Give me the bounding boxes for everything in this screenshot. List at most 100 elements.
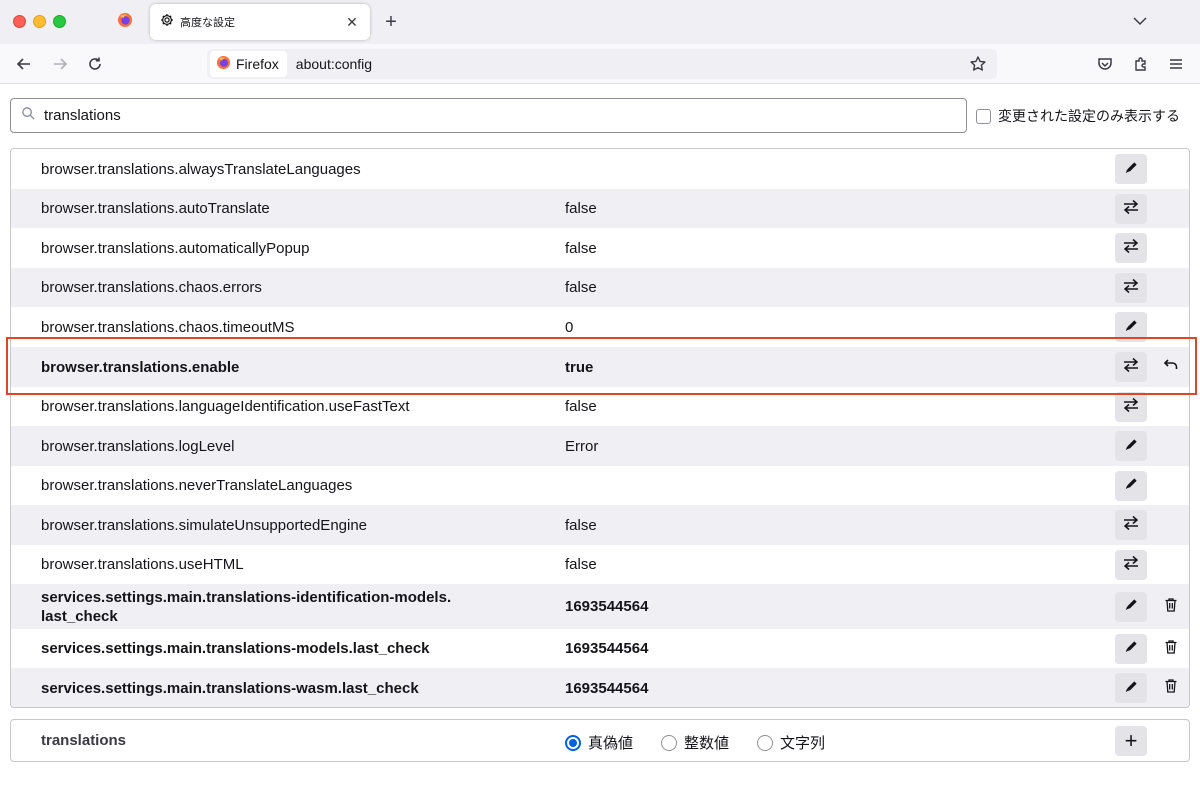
show-modified-only-checkbox[interactable] (976, 108, 991, 124)
pref-name: services.settings.main.translations-iden… (41, 588, 452, 625)
toggle-button[interactable] (1115, 549, 1147, 580)
pref-row[interactable]: services.settings.main.translations-mode… (11, 629, 1189, 668)
window-minimize-button[interactable] (33, 15, 46, 28)
new-tab-plus-icon[interactable]: + (378, 9, 404, 35)
tab-close-icon[interactable]: ✕ (344, 14, 360, 31)
pref-type-radio-group: 真偽値 整数値 文字列 (565, 732, 853, 753)
prefs-table: browser.translations.alwaysTranslateLang… (10, 148, 1190, 708)
pref-row[interactable]: browser.translations.logLevel Error (11, 426, 1189, 466)
navigation-toolbar: Firefox about:config (0, 44, 1200, 84)
search-input[interactable] (44, 107, 924, 124)
radio-type-boolean[interactable]: 真偽値 (565, 732, 633, 753)
hamburger-menu-icon[interactable] (1164, 53, 1188, 75)
toggle-arrows-icon (1122, 238, 1140, 258)
trash-delete-icon (1164, 678, 1178, 698)
pencil-edit-icon (1124, 597, 1139, 616)
search-icon (21, 106, 36, 125)
pref-row[interactable]: browser.translations.simulateUnsupported… (11, 505, 1189, 545)
add-pref-button[interactable]: + (1115, 726, 1147, 756)
reset-button[interactable] (1159, 354, 1183, 380)
pref-value: Error (565, 437, 599, 455)
pref-row[interactable]: browser.translations.enable true (11, 347, 1189, 387)
toggle-button[interactable] (1115, 391, 1147, 422)
edit-button[interactable] (1115, 154, 1147, 184)
url-bar[interactable]: Firefox about:config (207, 49, 997, 79)
window-close-button[interactable] (13, 15, 26, 28)
pref-value: false (565, 516, 597, 534)
identity-box[interactable]: Firefox (210, 51, 287, 77)
pref-name: services.settings.main.translations-mode… (41, 640, 430, 657)
radio-circle[interactable] (757, 734, 774, 751)
back-arrow-icon[interactable] (12, 53, 36, 75)
radio-circle[interactable] (661, 734, 678, 751)
pref-row[interactable]: browser.translations.autoTranslate false (11, 189, 1189, 228)
window-zoom-button[interactable] (53, 15, 66, 28)
forward-arrow-icon[interactable] (48, 53, 72, 75)
url-text[interactable]: about:config (296, 56, 968, 72)
pref-value: false (565, 239, 597, 257)
edit-button[interactable] (1115, 470, 1147, 501)
radio-label: 整数値 (684, 735, 730, 752)
new-pref-name: translations (41, 732, 127, 749)
show-modified-only-toggle[interactable]: 変更された設定のみ表示する (976, 106, 1180, 126)
pref-name: browser.translations.chaos.errors (41, 279, 262, 296)
pref-row[interactable]: browser.translations.neverTranslateLangu… (11, 466, 1189, 505)
pref-value: 1693544564 (565, 679, 649, 697)
radio-type-string[interactable]: 文字列 (757, 732, 825, 753)
edit-button[interactable] (1115, 673, 1147, 703)
pref-row[interactable]: browser.translations.chaos.timeoutMS 0 (11, 307, 1189, 347)
pref-row[interactable]: browser.translations.chaos.errors false (11, 268, 1189, 307)
pref-row[interactable]: services.settings.main.translations-wasm… (11, 668, 1189, 707)
toggle-button[interactable] (1115, 272, 1147, 303)
pencil-edit-icon (1124, 679, 1139, 698)
pref-name: browser.translations.autoTranslate (41, 200, 270, 217)
toggle-arrows-icon (1122, 357, 1140, 377)
pref-row[interactable]: browser.translations.alwaysTranslateLang… (11, 149, 1189, 189)
pref-row[interactable]: browser.translations.useHTML false (11, 545, 1189, 584)
pref-name: browser.translations.logLevel (41, 437, 235, 455)
edit-button[interactable] (1115, 591, 1147, 622)
toggle-arrows-icon (1122, 397, 1140, 417)
pencil-edit-icon (1124, 476, 1139, 495)
pref-name: browser.translations.neverTranslateLangu… (41, 477, 353, 494)
reload-icon[interactable] (83, 53, 107, 75)
firefox-logo-icon (117, 12, 133, 32)
tab-advanced-settings[interactable]: 高度な設定 ✕ (150, 4, 370, 40)
toggle-button[interactable] (1115, 233, 1147, 263)
pref-value: false (565, 398, 597, 415)
add-pref-row: translations 真偽値 整数値 文字列 + (10, 719, 1190, 762)
pref-name: browser.translations.alwaysTranslateLang… (41, 160, 361, 178)
pref-value: true (565, 358, 594, 376)
identity-label: Firefox (236, 56, 279, 72)
pref-row[interactable]: services.settings.main.translations-iden… (11, 584, 1189, 629)
pref-value: 1693544564 (565, 598, 649, 615)
pref-row[interactable]: browser.translations.languageIdentificat… (11, 387, 1189, 426)
pref-row[interactable]: browser.translations.automaticallyPopup f… (11, 228, 1189, 268)
radio-type-number[interactable]: 整数値 (661, 732, 729, 753)
pref-name: browser.translations.simulateUnsupported… (41, 516, 368, 534)
pref-value: 1693544564 (565, 640, 649, 657)
pref-name: browser.translations.chaos.timeoutMS (41, 318, 295, 336)
pref-name: browser.translations.useHTML (41, 556, 244, 573)
pref-name: browser.translations.enable (41, 358, 240, 376)
pinned-tab-firefox[interactable] (110, 8, 140, 36)
toggle-button[interactable] (1115, 352, 1147, 382)
radio-circle[interactable] (565, 734, 581, 751)
delete-button[interactable] (1159, 675, 1183, 701)
radio-label: 真偽値 (588, 735, 634, 752)
extensions-puzzle-icon[interactable] (1129, 53, 1153, 75)
pref-value: false (565, 200, 597, 217)
edit-button[interactable] (1115, 431, 1147, 461)
toggle-button[interactable] (1115, 193, 1147, 224)
toggle-button[interactable] (1115, 510, 1147, 540)
edit-button[interactable] (1115, 312, 1147, 342)
pocket-icon[interactable] (1093, 53, 1117, 75)
pref-search-box[interactable] (10, 98, 967, 133)
delete-button[interactable] (1159, 594, 1183, 620)
pencil-edit-icon (1124, 437, 1139, 456)
edit-button[interactable] (1115, 633, 1147, 664)
pref-name: browser.translations.automaticallyPopup (41, 239, 310, 257)
chevron-down-icon[interactable] (1130, 11, 1150, 31)
delete-button[interactable] (1159, 636, 1183, 662)
bookmark-star-icon[interactable] (968, 55, 988, 73)
